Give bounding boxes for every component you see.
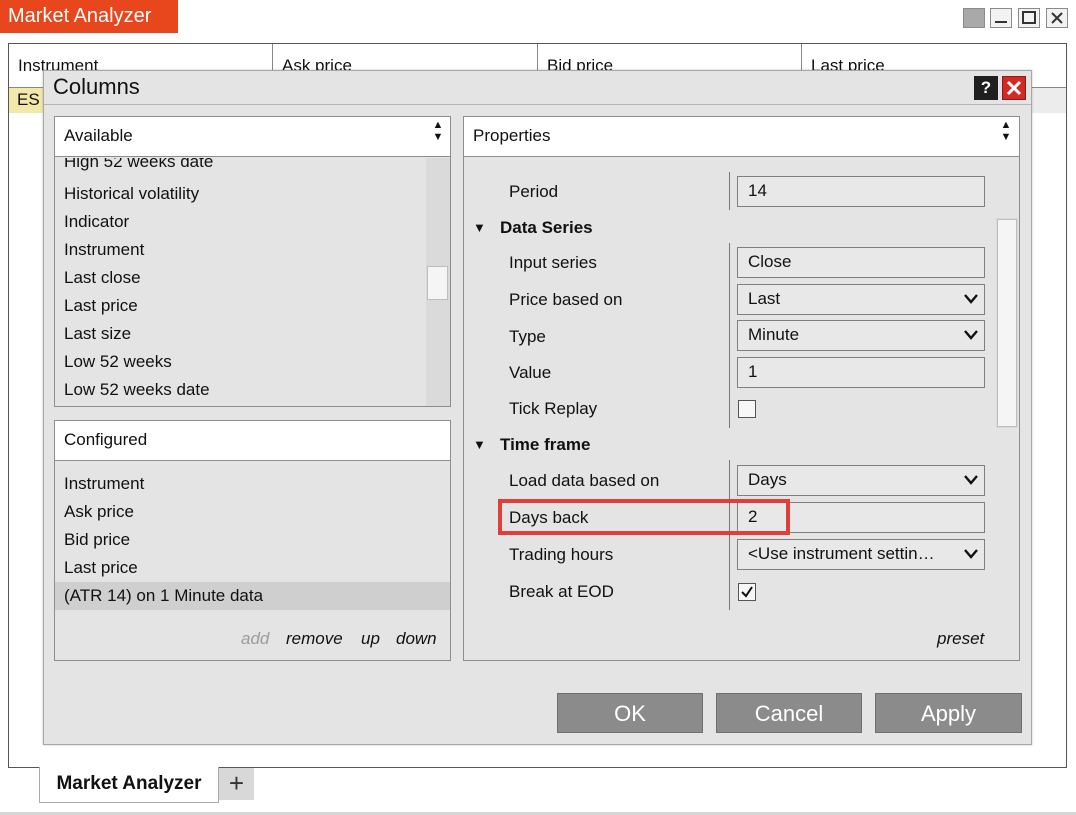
list-item-selected[interactable]: (ATR 14) on 1 Minute data xyxy=(64,586,263,606)
available-header-label: Available xyxy=(64,126,133,145)
property-divider xyxy=(729,172,730,210)
app-title: Market Analyzer xyxy=(0,0,178,33)
input-series-field[interactable]: Close xyxy=(737,247,985,278)
list-item[interactable]: Indicator xyxy=(64,212,129,232)
price-based-on-value: Last xyxy=(748,289,781,308)
available-list: High 52 weeks date Historical volatility… xyxy=(55,158,425,406)
list-item[interactable]: Last size xyxy=(64,324,131,344)
type-select[interactable]: Minute xyxy=(737,320,985,351)
data-series-collapse-icon[interactable]: ▼ xyxy=(473,218,486,238)
available-scrollbar-thumb[interactable] xyxy=(427,266,448,300)
list-item[interactable]: Historical volatility xyxy=(64,184,199,204)
list-item[interactable]: Bid price xyxy=(64,530,130,550)
configured-header: Configured xyxy=(55,421,450,461)
property-divider xyxy=(729,243,730,428)
available-sort-arrows[interactable]: ▲ ▼ xyxy=(428,119,448,155)
load-data-label: Load data based on xyxy=(509,471,660,490)
tick-replay-checkbox[interactable] xyxy=(738,400,756,418)
cancel-button[interactable]: Cancel xyxy=(716,693,862,733)
list-item[interactable]: Last price xyxy=(64,296,138,316)
remove-link[interactable]: remove xyxy=(286,629,343,649)
dialog-title: Columns xyxy=(53,74,140,99)
help-icon[interactable]: ? xyxy=(974,76,998,100)
trading-hours-label: Trading hours xyxy=(509,545,614,564)
chevron-down-icon xyxy=(964,330,978,340)
value-label: Value xyxy=(509,363,552,382)
input-series-label: Input series xyxy=(509,253,597,272)
break-eod-checkbox[interactable] xyxy=(738,583,756,601)
list-item[interactable]: Low 52 weeks date xyxy=(64,380,210,400)
dialog-close-icon[interactable] xyxy=(1002,76,1026,100)
title-divider xyxy=(44,104,1031,105)
price-based-on-select[interactable]: Last xyxy=(737,284,985,315)
up-link[interactable]: up xyxy=(361,629,380,649)
property-divider xyxy=(729,460,730,610)
available-header: Available xyxy=(55,117,450,157)
list-item[interactable]: Low 52 weeks xyxy=(64,352,172,372)
list-item[interactable]: Last price xyxy=(64,558,138,578)
window-menu-icon[interactable] xyxy=(963,8,985,28)
add-tab-button[interactable]: + xyxy=(219,768,254,800)
down-link[interactable]: down xyxy=(396,629,437,649)
trading-hours-value: <Use instrument settin… xyxy=(748,544,935,563)
properties-header: Properties xyxy=(464,117,1019,157)
type-value: Minute xyxy=(748,325,800,344)
list-item[interactable]: Ask price xyxy=(64,502,134,522)
list-item[interactable]: Instrument xyxy=(64,474,144,494)
trading-hours-select[interactable]: <Use instrument settin… xyxy=(737,539,985,570)
data-series-category[interactable]: Data Series xyxy=(500,218,593,238)
chevron-down-icon xyxy=(964,549,978,559)
type-label: Type xyxy=(509,327,546,346)
time-frame-collapse-icon[interactable]: ▼ xyxy=(473,435,486,455)
window-close-icon[interactable] xyxy=(1046,8,1068,28)
list-item[interactable]: Instrument xyxy=(64,240,144,260)
time-frame-category[interactable]: Time frame xyxy=(500,435,590,455)
configured-header-label: Configured xyxy=(64,430,148,449)
tick-replay-label: Tick Replay xyxy=(509,399,598,418)
load-data-value: Days xyxy=(748,470,787,489)
chevron-down-icon xyxy=(964,294,978,304)
days-back-highlight xyxy=(498,499,790,535)
price-based-on-label: Price based on xyxy=(509,290,623,309)
load-data-select[interactable]: Days xyxy=(737,465,985,496)
period-label: Period xyxy=(509,182,559,201)
period-field[interactable]: 14 xyxy=(737,176,985,207)
break-eod-label: Break at EOD xyxy=(509,582,614,601)
apply-button[interactable]: Apply xyxy=(875,693,1022,733)
chevron-down-icon xyxy=(964,475,978,485)
add-link[interactable]: add xyxy=(241,629,269,649)
checkmark-icon xyxy=(741,586,753,598)
maximize-icon[interactable] xyxy=(1018,8,1040,28)
list-item[interactable]: High 52 weeks date xyxy=(64,158,213,172)
ok-button[interactable]: OK xyxy=(557,693,703,733)
preset-link[interactable]: preset xyxy=(937,629,984,649)
value-field[interactable]: 1 xyxy=(737,357,985,388)
minimize-icon[interactable] xyxy=(990,8,1012,28)
properties-scrollbar-thumb[interactable] xyxy=(997,219,1017,427)
properties-header-label: Properties xyxy=(473,126,551,145)
properties-sort-arrows[interactable]: ▲ ▼ xyxy=(996,119,1016,155)
tab-market-analyzer[interactable]: Market Analyzer xyxy=(39,767,219,803)
list-item[interactable]: Last close xyxy=(64,268,141,288)
